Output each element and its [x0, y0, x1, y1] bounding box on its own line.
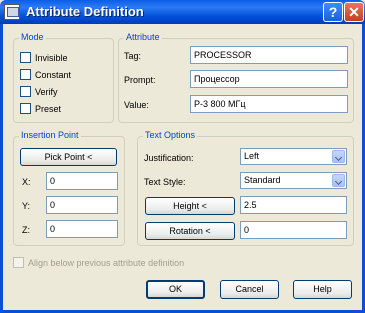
value-input[interactable]: P-3 800 МГц — [190, 95, 348, 113]
attribute-legend: Attribute — [124, 32, 162, 42]
y-label: Y: — [22, 201, 31, 211]
pick-point-button[interactable]: Pick Point < — [20, 148, 117, 166]
text-style-select[interactable]: Standard — [240, 172, 347, 189]
x-label: X: — [22, 177, 31, 187]
z-label: Z: — [22, 225, 30, 235]
cancel-button[interactable]: Cancel — [220, 280, 279, 299]
prompt-input[interactable]: Процессор — [190, 70, 348, 88]
z-input[interactable]: 0 — [46, 220, 118, 238]
text-options-legend: Text Options — [143, 130, 198, 140]
rotation-input[interactable]: 0 — [240, 221, 347, 239]
y-input[interactable]: 0 — [46, 196, 118, 214]
value-label: Value: — [124, 100, 149, 110]
chevron-down-icon[interactable] — [332, 174, 345, 187]
constant-checkbox[interactable] — [20, 69, 31, 80]
invisible-checkbox[interactable] — [20, 52, 31, 63]
mode-legend: Mode — [19, 32, 46, 42]
text-style-value: Standard — [244, 175, 281, 185]
text-style-label: Text Style: — [144, 177, 186, 187]
ok-button[interactable]: OK — [146, 280, 205, 299]
verify-label: Verify — [35, 87, 58, 97]
insertion-point-legend: Insertion Point — [19, 130, 81, 140]
justification-label: Justification: — [144, 153, 194, 163]
height-button[interactable]: Height < — [145, 197, 235, 215]
window-title: Attribute Definition — [26, 4, 144, 19]
app-icon — [4, 4, 20, 20]
help-title-button[interactable]: ? — [323, 2, 343, 22]
x-input[interactable]: 0 — [46, 172, 118, 190]
verify-checkbox[interactable] — [20, 86, 31, 97]
preset-checkbox[interactable] — [20, 103, 31, 114]
align-below-checkbox[interactable] — [13, 257, 24, 268]
justification-value: Left — [244, 151, 260, 161]
tag-input[interactable]: PROCESSOR — [190, 46, 348, 64]
justification-select[interactable]: Left — [240, 148, 347, 165]
invisible-label: Invisible — [35, 53, 68, 63]
close-button[interactable]: ✕ — [344, 2, 364, 22]
chevron-down-icon[interactable] — [332, 150, 345, 163]
constant-label: Constant — [35, 70, 72, 80]
help-button[interactable]: Help — [293, 280, 352, 299]
height-input[interactable]: 2.5 — [240, 196, 347, 214]
preset-label: Preset — [35, 104, 62, 114]
align-below-label: Align below previous attribute definitio… — [28, 258, 185, 268]
rotation-button[interactable]: Rotation < — [145, 222, 235, 240]
prompt-label: Prompt: — [124, 75, 156, 85]
tag-label: Tag: — [124, 51, 142, 61]
